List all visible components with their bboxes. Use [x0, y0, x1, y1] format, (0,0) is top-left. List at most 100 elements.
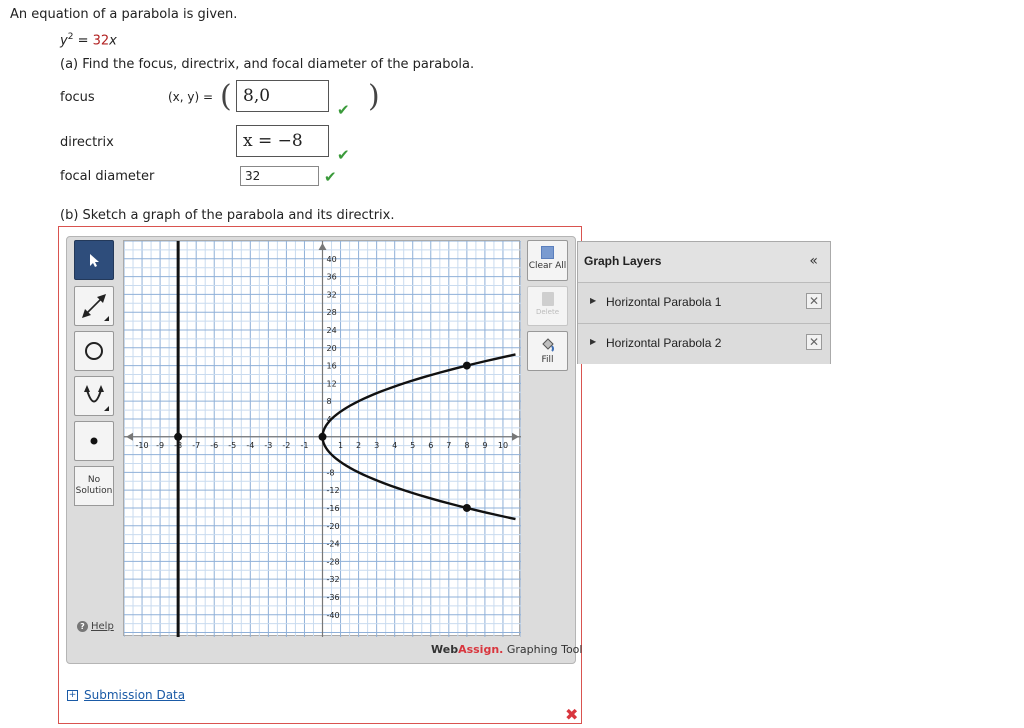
remove-layer-icon[interactable]: ✕: [806, 293, 822, 309]
x-tick-label: 4: [392, 441, 397, 450]
directrix-check-icon: ✔: [337, 146, 350, 164]
y-tick-label: -20: [327, 522, 340, 531]
y-tick-label: 32: [327, 290, 337, 299]
line-icon: [82, 294, 109, 321]
point-icon: [90, 437, 98, 445]
y-tick-label: 28: [327, 308, 337, 317]
fill-bucket-icon: [541, 338, 554, 352]
x-tick-label: 6: [428, 441, 433, 450]
x-tick-label: -6: [210, 441, 218, 450]
open-paren: (: [220, 79, 232, 114]
delete-button[interactable]: Delete: [527, 286, 568, 326]
x-tick-label: 1: [338, 441, 343, 450]
fill-button[interactable]: Fill: [527, 331, 568, 371]
x-tick-label: -5: [228, 441, 236, 450]
x-tick-label: -9: [156, 441, 164, 450]
part-b-prompt: (b) Sketch a graph of the parabola and i…: [60, 208, 395, 223]
pointer-icon: [90, 254, 99, 267]
webassign-branding: WebAssign. Graphing Tool: [431, 643, 582, 656]
x-tick-label: -7: [192, 441, 200, 450]
layer-item[interactable]: ▶ Horizontal Parabola 2 ✕: [578, 324, 830, 364]
x-tick-label: 10: [498, 441, 508, 450]
expand-arrow-icon[interactable]: ▶: [590, 296, 596, 305]
parabola-icon: [84, 385, 109, 411]
layers-header: Graph Layers «: [578, 242, 830, 283]
submission-data-link: Submission Data: [84, 688, 186, 702]
part-a-prompt: (a) Find the focus, directrix, and focal…: [60, 57, 475, 72]
circle-icon: [85, 342, 103, 360]
brand-assign: Assign.: [458, 643, 504, 656]
circle-tool-button[interactable]: [74, 331, 114, 371]
y-tick-label: 20: [327, 344, 337, 353]
directrix-label: directrix: [60, 135, 114, 150]
layer-label: Horizontal Parabola 1: [606, 295, 722, 309]
y-tick-label: -28: [327, 557, 340, 566]
focal-diameter-input[interactable]: 32: [240, 166, 319, 186]
clear-all-icon: [541, 246, 554, 259]
focus-check-icon: ✔: [337, 101, 350, 119]
clear-all-label: Clear All: [528, 261, 567, 271]
focal-diameter-label: focal diameter: [60, 169, 155, 184]
parabola-tool-button[interactable]: [74, 376, 114, 416]
pointer-tool-button[interactable]: [74, 240, 114, 280]
x-tick-label: -1: [300, 441, 308, 450]
clear-all-button[interactable]: Clear All: [527, 240, 568, 281]
parabola-point: [318, 432, 327, 441]
y-tick-label: -8: [327, 468, 335, 477]
y-tick-label: 8: [327, 397, 332, 406]
parabola-point: [462, 503, 471, 512]
x-tick-label: 2: [356, 441, 361, 450]
equation: y2 = 32x: [60, 32, 117, 48]
brand-tool: Graphing Tool: [503, 643, 583, 656]
help-link[interactable]: ? Help: [77, 621, 114, 632]
y-tick-label: 16: [327, 362, 337, 371]
x-tick-label: -10: [136, 441, 149, 450]
layer-label: Horizontal Parabola 2: [606, 336, 722, 350]
x-tick-label: 8: [464, 441, 469, 450]
x-axis-arrow: [512, 432, 519, 441]
directrix-input[interactable]: x = −8: [236, 125, 329, 157]
brand-web: Web: [431, 643, 459, 656]
no-solution-button[interactable]: No Solution: [74, 466, 114, 506]
close-paren: ): [368, 79, 380, 114]
collapse-icon[interactable]: «: [809, 253, 818, 269]
directrix-point: [174, 432, 183, 441]
x-tick-label: -4: [246, 441, 254, 450]
remove-layer-icon[interactable]: ✕: [806, 334, 822, 350]
y-axis-arrow: [318, 243, 327, 250]
expand-arrow-icon[interactable]: ▶: [590, 337, 596, 346]
eq-equals: =: [73, 33, 93, 49]
x-tick-label: 9: [482, 441, 487, 450]
line-tool-button[interactable]: [74, 286, 114, 326]
x-axis-arrow: [126, 432, 133, 441]
layers-title: Graph Layers: [584, 254, 662, 268]
focus-input[interactable]: 8,0: [236, 80, 329, 112]
eq-rhs-var: x: [109, 33, 117, 49]
y-tick-label: -12: [327, 486, 340, 495]
x-tick-label: 5: [410, 441, 415, 450]
eq-lhs-var: y: [60, 33, 68, 49]
x-tick-label: 7: [446, 441, 451, 450]
x-tick-label: -3: [264, 441, 272, 450]
y-tick-label: -40: [327, 611, 340, 620]
x-tick-label: 3: [374, 441, 379, 450]
graph-canvas[interactable]: -10-9-8-7-6-5-4-3-2-11234567891040363228…: [123, 240, 522, 637]
layer-item[interactable]: ▶ Horizontal Parabola 1 ✕: [578, 283, 830, 324]
graph-svg: -10-9-8-7-6-5-4-3-2-11234567891040363228…: [123, 240, 522, 637]
prompt-intro: An equation of a parabola is given.: [10, 7, 238, 22]
y-tick-label: 12: [327, 379, 337, 388]
y-tick-label: -36: [327, 593, 340, 602]
focal-diameter-check-icon: ✔: [324, 168, 337, 186]
eq-coef: 32: [92, 33, 110, 49]
point-tool-button[interactable]: [74, 421, 114, 461]
fill-label: Fill: [541, 355, 554, 365]
graph-layers-panel: Graph Layers « ▶ Horizontal Parabola 1 ✕…: [577, 241, 831, 364]
y-tick-label: -32: [327, 575, 340, 584]
incorrect-icon: ✖: [565, 705, 579, 724]
parabola-point: [462, 361, 471, 370]
y-tick-label: 36: [327, 273, 337, 282]
submission-data-toggle[interactable]: + Submission Data: [67, 688, 185, 702]
help-icon: ?: [77, 621, 88, 632]
focus-label: focus: [60, 90, 95, 105]
expand-plus-icon: +: [67, 689, 78, 701]
